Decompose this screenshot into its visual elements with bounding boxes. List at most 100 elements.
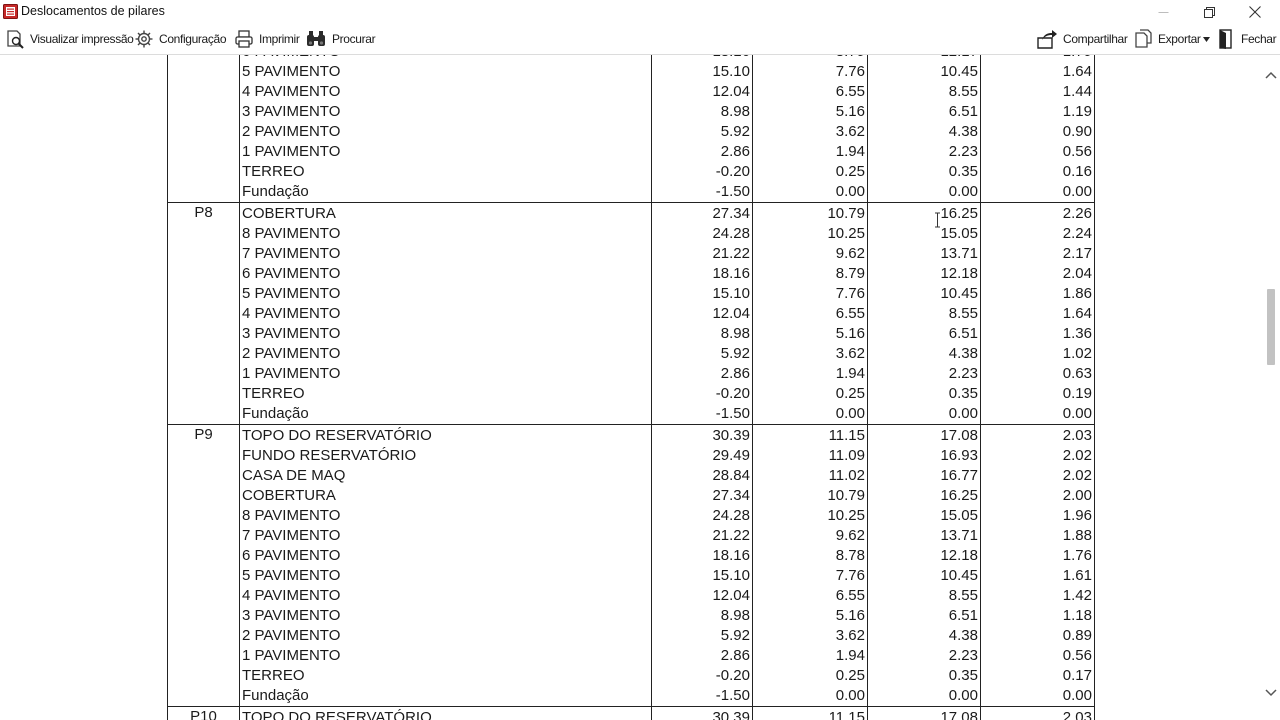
value-cell-3: 0.35 xyxy=(867,384,981,404)
scroll-up-icon[interactable] xyxy=(1265,71,1277,79)
level-name-cell: 8 PAVIMENTO xyxy=(239,506,652,526)
value-cell-2: 5.16 xyxy=(752,102,868,122)
pillar-cell xyxy=(167,506,240,526)
scroll-down-icon[interactable] xyxy=(1265,689,1277,697)
value-cell-3: 4.38 xyxy=(867,626,981,646)
value-cell-4: 2.03 xyxy=(980,706,1095,720)
value-cell-1: -0.20 xyxy=(651,666,753,686)
value-cell-4: 0.17 xyxy=(980,666,1095,686)
pillar-cell xyxy=(167,324,240,344)
print-preview-button[interactable]: Visualizar impressão xyxy=(5,26,134,52)
value-cell-1: 24.28 xyxy=(651,224,753,244)
value-cell-4: 1.86 xyxy=(980,284,1095,304)
value-cell-1: 29.49 xyxy=(651,446,753,466)
value-cell-2: 5.16 xyxy=(752,324,868,344)
value-cell-2: 11.09 xyxy=(752,446,868,466)
level-name-cell: FUNDO RESERVATÓRIO xyxy=(239,446,652,466)
value-cell-4: 0.56 xyxy=(980,142,1095,162)
value-cell-1: 27.34 xyxy=(651,202,753,224)
table-row: 2 PAVIMENTO 5.92 3.62 4.38 0.89 xyxy=(167,626,1095,646)
settings-button[interactable]: Configuração xyxy=(134,26,227,52)
value-cell-2: 7.76 xyxy=(752,566,868,586)
table-row: 3 PAVIMENTO 8.98 5.16 6.51 1.18 xyxy=(167,606,1095,626)
print-button[interactable]: Imprimir xyxy=(234,26,300,52)
table-row: 6 PAVIMENTO 18.16 8.78 12.18 1.76 xyxy=(167,546,1095,566)
value-cell-4: 1.42 xyxy=(980,586,1095,606)
table-row: Fundação -1.50 0.00 0.00 0.00 xyxy=(167,182,1095,203)
value-cell-2: 6.55 xyxy=(752,304,868,324)
value-cell-1: -1.50 xyxy=(651,182,753,203)
table-row: P8 COBERTURA 27.34 10.79 16.25 2.26 xyxy=(167,202,1095,224)
text-cursor-icon xyxy=(935,212,940,228)
level-name-cell: 5 PAVIMENTO xyxy=(239,62,652,82)
value-cell-4: 1.02 xyxy=(980,344,1095,364)
value-cell-2: 10.79 xyxy=(752,202,868,224)
print-label: Imprimir xyxy=(259,32,300,46)
share-button[interactable]: Compartilhar xyxy=(1036,26,1128,52)
value-cell-4: 0.63 xyxy=(980,364,1095,384)
pillar-cell xyxy=(167,526,240,546)
value-cell-4: 1.96 xyxy=(980,506,1095,526)
vertical-scrollbar[interactable] xyxy=(1262,55,1280,720)
value-cell-4: 0.89 xyxy=(980,626,1095,646)
value-cell-4: 1.64 xyxy=(980,62,1095,82)
value-cell-2: 0.25 xyxy=(752,384,868,404)
pillar-cell xyxy=(167,686,240,707)
value-cell-2: 0.00 xyxy=(752,686,868,707)
value-cell-4: 1.76 xyxy=(980,546,1095,566)
level-name-cell: 5 PAVIMENTO xyxy=(239,284,652,304)
level-name-cell: 6 PAVIMENTO xyxy=(239,546,652,566)
value-cell-4: 2.17 xyxy=(980,244,1095,264)
value-cell-2: 10.25 xyxy=(752,506,868,526)
scrollbar-thumb[interactable] xyxy=(1267,289,1275,365)
value-cell-1: 12.04 xyxy=(651,304,753,324)
restore-button[interactable] xyxy=(1186,0,1232,24)
search-button[interactable]: Procurar xyxy=(305,26,376,52)
table-row: 2 PAVIMENTO 5.92 3.62 4.38 1.02 xyxy=(167,344,1095,364)
value-cell-2: 6.55 xyxy=(752,586,868,606)
value-cell-4: 1.44 xyxy=(980,82,1095,102)
value-cell-4: 0.00 xyxy=(980,686,1095,707)
pillar-cell xyxy=(167,264,240,284)
value-cell-3: 16.25 xyxy=(867,202,981,224)
value-cell-3: 17.08 xyxy=(867,706,981,720)
value-cell-1: 18.16 xyxy=(651,55,753,62)
value-cell-3: 10.45 xyxy=(867,284,981,304)
value-cell-1: 18.16 xyxy=(651,546,753,566)
value-cell-3: 16.77 xyxy=(867,466,981,486)
value-cell-1: 12.04 xyxy=(651,82,753,102)
value-cell-4: 0.00 xyxy=(980,182,1095,203)
value-cell-1: 5.92 xyxy=(651,344,753,364)
title-bar: Deslocamentos de pilares xyxy=(0,0,1280,24)
value-cell-3: 12.18 xyxy=(867,264,981,284)
table-row: 4 PAVIMENTO 12.04 6.55 8.55 1.42 xyxy=(167,586,1095,606)
table-row: TERREO -0.20 0.25 0.35 0.17 xyxy=(167,666,1095,686)
value-cell-3: 13.71 xyxy=(867,526,981,546)
minimize-button[interactable] xyxy=(1140,0,1186,24)
close-report-button[interactable]: Fechar xyxy=(1216,26,1277,52)
value-cell-2: 3.62 xyxy=(752,122,868,142)
pillar-cell xyxy=(167,546,240,566)
table-row: 7 PAVIMENTO 21.22 9.62 13.71 2.17 xyxy=(167,244,1095,264)
level-name-cell: Fundação xyxy=(239,404,652,425)
report-view: 6 PAVIMENTO18.168.7912.171.795 PAVIMENTO… xyxy=(0,55,1262,720)
value-cell-4: 2.26 xyxy=(980,202,1095,224)
value-cell-2: 0.25 xyxy=(752,666,868,686)
value-cell-1: -1.50 xyxy=(651,404,753,425)
pillar-cell xyxy=(167,244,240,264)
level-name-cell: 1 PAVIMENTO xyxy=(239,646,652,666)
close-window-button[interactable] xyxy=(1232,0,1278,24)
search-label: Procurar xyxy=(332,32,376,46)
value-cell-4: 2.00 xyxy=(980,486,1095,506)
value-cell-2: 9.62 xyxy=(752,526,868,546)
value-cell-3: 8.55 xyxy=(867,304,981,324)
table-row: P9 TOPO DO RESERVATÓRIO 30.39 11.15 17.08 2.0… xyxy=(167,424,1095,446)
value-cell-3: 12.18 xyxy=(867,546,981,566)
export-button[interactable]: Exportar xyxy=(1133,26,1210,52)
value-cell-4: 2.02 xyxy=(980,466,1095,486)
pillar-cell xyxy=(167,606,240,626)
value-cell-3: 16.93 xyxy=(867,446,981,466)
value-cell-3: 15.05 xyxy=(867,224,981,244)
value-cell-4: 2.24 xyxy=(980,224,1095,244)
level-name-cell: Fundação xyxy=(239,686,652,707)
